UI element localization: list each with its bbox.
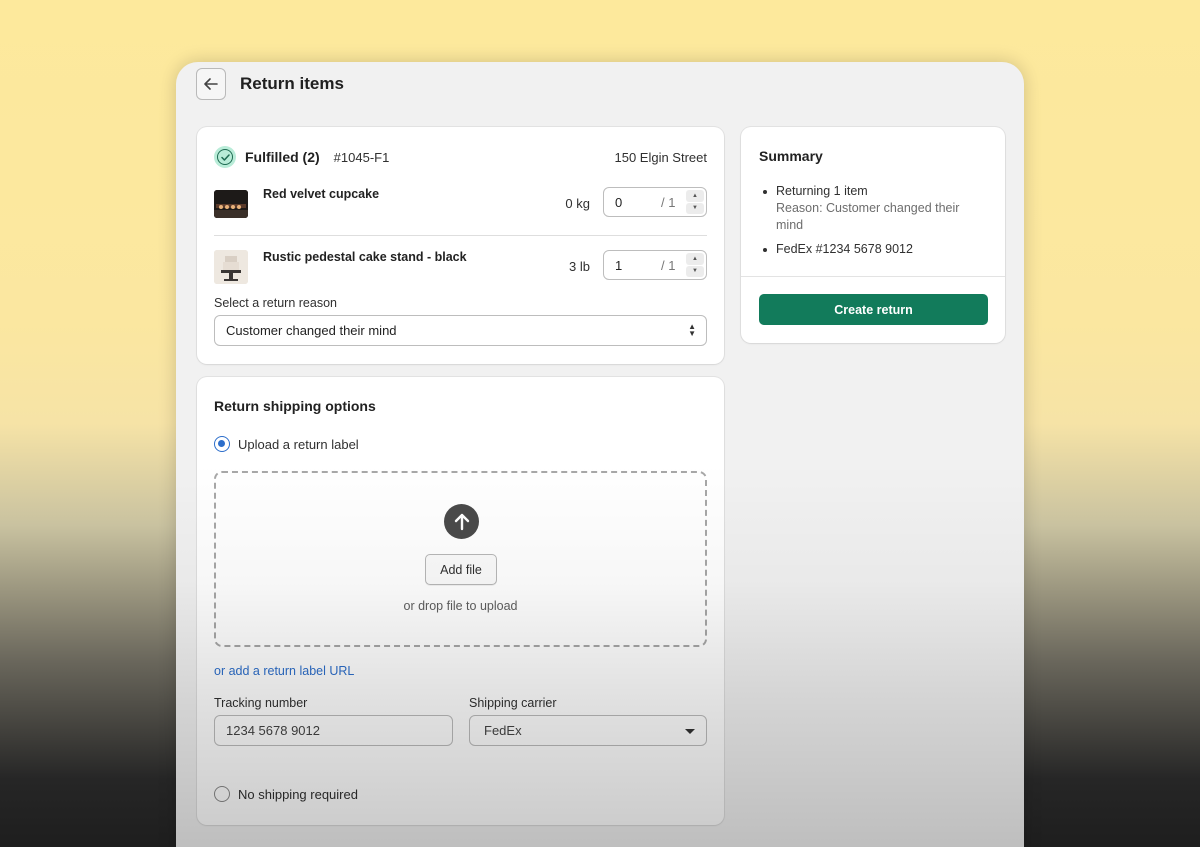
fulfillment-header: Fulfilled (2) #1045-F1 150 Elgin Street: [214, 145, 707, 169]
shipping-carrier-label: Shipping carrier: [469, 696, 557, 710]
upload-label-text: Upload a return label: [238, 436, 359, 452]
decrement-icon[interactable]: ▼: [686, 265, 704, 277]
product-thumbnail: [214, 250, 248, 284]
item-name: Rustic pedestal cake stand - black: [263, 250, 467, 264]
decrement-icon[interactable]: ▼: [686, 202, 704, 214]
return-reason-value: Customer changed their mind: [226, 323, 397, 338]
file-dropzone[interactable]: Add file or drop file to upload: [214, 471, 707, 647]
item-weight: 0 kg: [565, 196, 590, 211]
fulfillment-address: 150 Elgin Street: [614, 149, 707, 165]
summary-returning-text: Returning 1 item: [776, 184, 868, 198]
upload-label-option[interactable]: Upload a return label: [214, 436, 359, 452]
item-weight: 3 lb: [569, 259, 590, 274]
increment-icon[interactable]: ▲: [686, 253, 704, 265]
line-item: Red velvet cupcake 0 kg 0 / 1 ▲ ▼: [214, 187, 707, 221]
no-shipping-option[interactable]: No shipping required: [214, 786, 358, 802]
tracking-number-input[interactable]: 1234 5678 9012: [214, 715, 453, 746]
quantity-stepper[interactable]: 1 / 1 ▲ ▼: [603, 250, 707, 280]
fulfilled-status-badge: [214, 146, 236, 168]
add-label-url-link[interactable]: or add a return label URL: [214, 664, 354, 678]
return-reason-select[interactable]: Customer changed their mind ▲ ▼: [214, 315, 707, 346]
fulfilled-items-card: Fulfilled (2) #1045-F1 150 Elgin Street …: [197, 127, 724, 364]
item-name: Red velvet cupcake: [263, 187, 380, 201]
drop-hint: or drop file to upload: [403, 599, 518, 613]
increment-icon[interactable]: ▲: [686, 190, 704, 202]
quantity-total: / 1: [661, 258, 676, 273]
arrow-up-icon: [444, 504, 479, 539]
select-arrows-icon: ▲ ▼: [688, 322, 696, 338]
quantity-value[interactable]: 1: [615, 258, 622, 273]
summary-returning: Returning 1 item Reason: Customer change…: [759, 183, 987, 234]
chevron-down-icon: [685, 729, 695, 734]
return-reason-label: Select a return reason: [214, 296, 337, 310]
section-title: Return shipping options: [214, 398, 376, 414]
line-item: Rustic pedestal cake stand - black 3 lb …: [214, 250, 707, 284]
shipping-carrier-value: FedEx: [484, 723, 522, 738]
check-circle-icon: [217, 149, 233, 165]
app-window: Return items Fulfilled (2) #1045-F1 150 …: [176, 62, 1024, 847]
return-shipping-card: Return shipping options Upload a return …: [197, 377, 724, 825]
divider: [741, 276, 1005, 277]
tracking-number-label: Tracking number: [214, 696, 308, 710]
no-shipping-text: No shipping required: [238, 786, 358, 802]
page-header: Return items: [196, 68, 344, 100]
summary-reason: Reason: Customer changed their mind: [776, 201, 960, 232]
arrow-left-icon: [204, 78, 218, 90]
page-title: Return items: [240, 74, 344, 93]
summary-title: Summary: [759, 148, 823, 164]
fulfilled-label: Fulfilled (2): [245, 149, 320, 165]
create-return-button[interactable]: Create return: [759, 294, 988, 325]
back-button[interactable]: [196, 68, 226, 100]
radio-unselected-icon[interactable]: [214, 786, 230, 802]
quantity-stepper[interactable]: 0 / 1 ▲ ▼: [603, 187, 707, 217]
order-number: #1045-F1: [333, 149, 390, 165]
shipping-carrier-select[interactable]: FedEx: [469, 715, 707, 746]
quantity-value[interactable]: 0: [615, 195, 622, 210]
product-thumbnail: [214, 190, 248, 218]
tracking-number-value: 1234 5678 9012: [226, 723, 320, 738]
summary-tracking: FedEx #1234 5678 9012: [759, 241, 987, 258]
radio-selected-icon[interactable]: [214, 436, 230, 452]
add-file-button[interactable]: Add file: [425, 554, 497, 585]
divider: [214, 235, 707, 236]
quantity-total: / 1: [661, 195, 676, 210]
summary-list: Returning 1 item Reason: Customer change…: [759, 183, 987, 258]
summary-card: Summary Returning 1 item Reason: Custome…: [741, 127, 1005, 343]
